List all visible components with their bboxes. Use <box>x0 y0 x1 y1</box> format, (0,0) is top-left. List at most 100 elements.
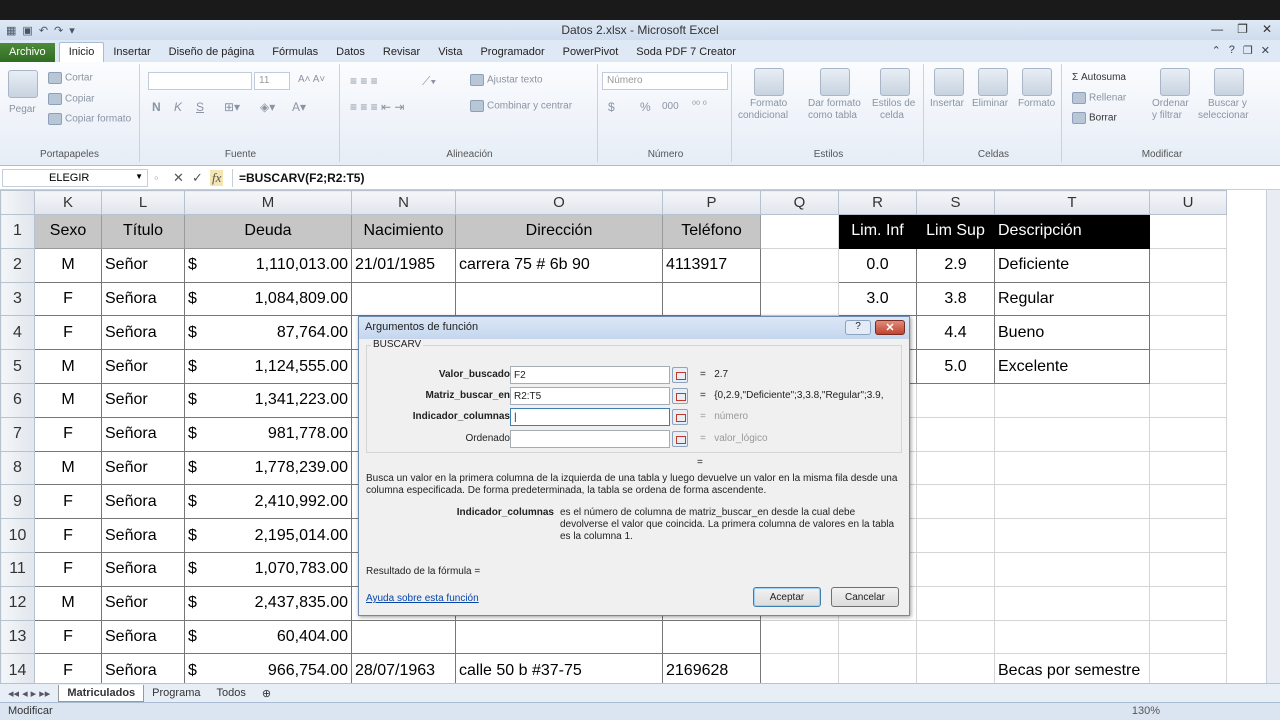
cell-styles-label2[interactable]: celda <box>880 110 904 121</box>
cell-titulo[interactable]: Señora <box>101 551 185 587</box>
bold-button[interactable]: N <box>152 100 161 114</box>
maximize-icon[interactable]: ❐ <box>1237 22 1248 36</box>
cell-u[interactable] <box>1149 551 1227 587</box>
sheet-tab-matriculados[interactable]: Matriculados <box>58 684 145 702</box>
cell-u[interactable] <box>1149 416 1227 452</box>
col-header-s[interactable]: S <box>916 190 995 215</box>
formula-input[interactable]: =BUSCARV(F2;R2:T5) <box>232 169 1266 187</box>
close-icon[interactable]: ✕ <box>1262 22 1272 36</box>
matriz-buscar-en-input[interactable]: R2:T5 <box>510 387 670 405</box>
row-header[interactable]: 7 <box>0 416 35 452</box>
cell-deuda[interactable]: $1,124,555.00 <box>184 349 352 384</box>
cell-lim-sup[interactable]: 5.0 <box>916 349 995 384</box>
number-format-combo[interactable]: Número <box>602 72 728 90</box>
chevron-down-icon[interactable]: ▼ <box>135 172 143 181</box>
orientation-icon[interactable]: ⟋▾ <box>422 74 436 89</box>
italic-button[interactable]: K <box>174 100 182 114</box>
find-select-label1[interactable]: Buscar y <box>1208 98 1247 109</box>
tab-datos[interactable]: Datos <box>327 43 374 62</box>
format-cells-icon[interactable] <box>1022 68 1052 96</box>
tab-powerpivot[interactable]: PowerPivot <box>554 43 628 62</box>
cell-u[interactable] <box>1149 450 1227 486</box>
row-header[interactable]: 4 <box>0 315 35 351</box>
row-header[interactable]: 11 <box>0 551 35 587</box>
cell-deuda[interactable]: $981,778.00 <box>184 416 352 452</box>
insert-cells-button[interactable]: Insertar <box>930 98 964 109</box>
cell-u[interactable] <box>1149 484 1227 520</box>
cell-sexo[interactable]: F <box>34 619 102 655</box>
format-table-icon[interactable] <box>820 68 850 96</box>
merge-center-button[interactable]: Combinar y centrar <box>470 100 572 112</box>
conditional-format-label2[interactable]: condicional <box>738 110 788 121</box>
tab-vista[interactable]: Vista <box>429 43 471 62</box>
customize-icon[interactable]: ▾ <box>69 24 75 37</box>
cell-titulo[interactable]: Señor <box>101 382 185 418</box>
paste-button[interactable]: Pegar <box>9 104 36 115</box>
cell-descripcion[interactable]: Deficiente <box>994 247 1150 283</box>
vertical-scrollbar[interactable] <box>1266 190 1280 683</box>
cell-direccion[interactable] <box>455 281 663 317</box>
cell-deuda[interactable]: $1,110,013.00 <box>184 247 352 283</box>
tab-inicio[interactable]: Inicio <box>58 42 105 62</box>
wrap-text-button[interactable]: Ajustar texto <box>470 74 543 86</box>
row-header[interactable]: 6 <box>0 382 35 418</box>
cell-lim-sup[interactable] <box>916 416 995 452</box>
tab-revisar[interactable]: Revisar <box>374 43 429 62</box>
cell-lim-inf[interactable]: Lim. Inf <box>838 214 917 249</box>
cell-sexo[interactable]: F <box>34 551 102 587</box>
cell-deuda[interactable]: Deuda <box>184 214 352 249</box>
cell-titulo[interactable]: Señor <box>101 247 185 283</box>
cell-deuda[interactable]: $1,778,239.00 <box>184 450 352 486</box>
cell-u[interactable] <box>1149 315 1227 351</box>
ordenado-input[interactable] <box>510 430 670 448</box>
cell-u[interactable] <box>1149 585 1227 621</box>
cell-titulo[interactable]: Señora <box>101 315 185 351</box>
format-painter-button[interactable]: Copiar formato <box>48 113 131 125</box>
format-cells-button[interactable]: Formato <box>1018 98 1055 109</box>
cell-telefono[interactable]: 2169628 <box>662 653 761 683</box>
paste-icon[interactable] <box>8 70 38 98</box>
col-header-p[interactable]: P <box>662 190 761 215</box>
cell-lim-sup[interactable] <box>916 518 995 553</box>
sort-filter-label2[interactable]: y filtrar <box>1152 110 1182 121</box>
cell-lim-inf[interactable]: 3.0 <box>838 281 917 317</box>
cell-descripcion[interactable]: Bueno <box>994 315 1150 351</box>
cell-nacimiento[interactable]: Nacimiento <box>351 214 456 249</box>
fill-color-icon[interactable]: ◈▾ <box>260 100 275 114</box>
ok-button[interactable]: Aceptar <box>753 587 821 607</box>
percent-button[interactable]: % <box>640 100 651 114</box>
decimals-icon[interactable]: ⁰⁰ ⁰ <box>692 100 707 111</box>
cell-u[interactable] <box>1149 281 1227 317</box>
col-header-t[interactable]: T <box>994 190 1150 215</box>
cell-deuda[interactable]: $1,070,783.00 <box>184 551 352 587</box>
collapse-dialog-icon[interactable] <box>672 388 688 404</box>
cell-sexo[interactable]: M <box>34 382 102 418</box>
col-header-u[interactable]: U <box>1149 190 1227 215</box>
conditional-format-icon[interactable] <box>754 68 784 96</box>
underline-button[interactable]: S <box>196 100 204 114</box>
cell-styles-icon[interactable] <box>880 68 910 96</box>
cell-sexo[interactable]: M <box>34 349 102 384</box>
autosum-button[interactable]: Σ Autosuma <box>1072 72 1126 83</box>
cell-titulo[interactable]: Señora <box>101 619 185 655</box>
cell-nacimiento[interactable] <box>351 619 456 655</box>
cell-lim-sup[interactable]: Lim Sup <box>916 214 995 249</box>
row-header[interactable]: 5 <box>0 349 35 384</box>
tab-soda-pdf[interactable]: Soda PDF 7 Creator <box>627 43 745 62</box>
cell-deuda[interactable]: $2,410,992.00 <box>184 484 352 520</box>
collapse-ribbon-icon[interactable]: ⌃ <box>1212 44 1221 57</box>
row-header[interactable]: 8 <box>0 450 35 486</box>
row-header[interactable]: 9 <box>0 484 35 520</box>
cell-descripcion[interactable] <box>994 450 1150 486</box>
font-size-combo[interactable]: 11 <box>254 72 290 90</box>
cell-u[interactable] <box>1149 518 1227 553</box>
close-workbook-icon[interactable]: ✕ <box>1261 44 1270 57</box>
cell-descripcion[interactable]: Excelente <box>994 349 1150 384</box>
cell-telefono[interactable] <box>662 281 761 317</box>
find-select-icon[interactable] <box>1214 68 1244 96</box>
cell-deuda[interactable]: $1,084,809.00 <box>184 281 352 317</box>
cell-u[interactable] <box>1149 619 1227 655</box>
cell-titulo[interactable]: Señora <box>101 518 185 553</box>
cell-sexo[interactable]: F <box>34 281 102 317</box>
cell-telefono[interactable] <box>662 619 761 655</box>
